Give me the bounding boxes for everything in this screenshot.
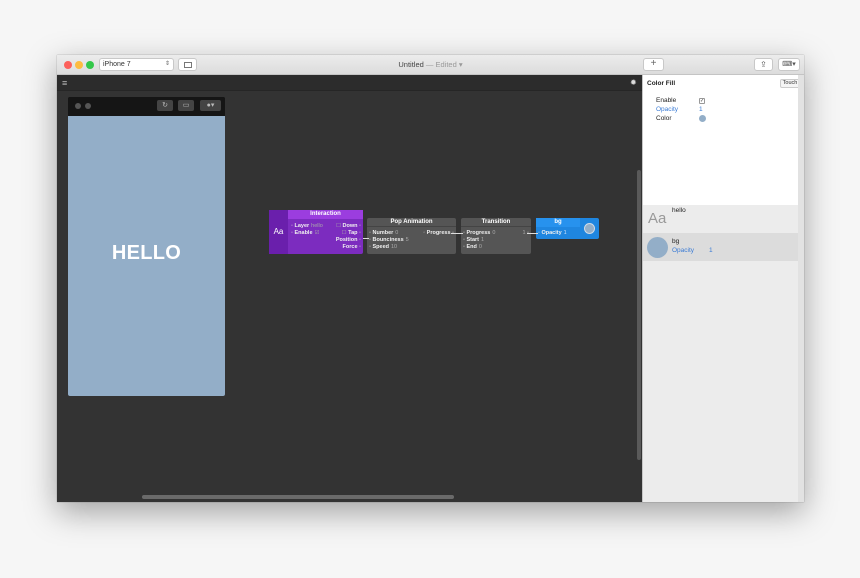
property-inspector: Color Fill Touch Enable ✓ Opacity 1 Colo…	[643, 75, 800, 205]
patch-input-row[interactable]: ◦ Number 0	[369, 230, 398, 237]
transition-patch[interactable]: Transition ◦ Progress 0 ◦ Start 1 ◦ End 0 1…	[461, 218, 531, 254]
share-icon: ⇪	[760, 60, 767, 69]
property-label: Enable	[656, 97, 677, 104]
add-patch-button[interactable]: +	[643, 58, 664, 71]
enable-checkbox[interactable]: ✓	[699, 98, 705, 104]
layer-color-swatch	[584, 223, 595, 234]
patch-title: bg	[536, 218, 580, 227]
horizontal-scrollbar[interactable]	[142, 495, 454, 499]
bg-layer-patch[interactable]: bg ◦ Opacity 1	[536, 218, 599, 239]
layer-list-item[interactable]: Aa hello	[643, 205, 798, 233]
patch-input-row[interactable]: ◦ Enable ☑	[291, 230, 319, 237]
patch-output-row[interactable]: Position ◦	[336, 237, 361, 244]
property-label: Color	[656, 115, 672, 122]
keyboard-icon: ⌨▾	[782, 61, 796, 68]
patch-output-row[interactable]: ☐ Down ◦	[334, 223, 361, 230]
layer-name: hello	[672, 207, 686, 214]
patch-input-row[interactable]: ◦ Progress 0	[463, 230, 495, 237]
layer-property-value[interactable]: 1	[709, 247, 713, 254]
preview-toolbar: ↻ ▭ ●▾	[68, 97, 225, 116]
keyboard-button[interactable]: ⌨▾	[778, 58, 800, 71]
window-title: Untitled — Edited ▾	[57, 60, 804, 69]
patch-wire	[451, 233, 463, 234]
layer-name: bg	[672, 238, 680, 245]
text-layer-icon: Aa	[648, 210, 667, 227]
patch-title: Interaction	[288, 210, 363, 219]
touch-button[interactable]: Touch	[780, 79, 800, 88]
preview-screen[interactable]: HELLO	[68, 116, 225, 396]
preview-dot-icon	[85, 103, 91, 109]
inspector-panel: Color Fill Touch Enable ✓ Opacity 1 Colo…	[642, 75, 804, 502]
document-title: Untitled	[398, 60, 424, 69]
preview-dot-icon	[75, 103, 81, 109]
patch-input-row[interactable]: ◦ Speed 10	[369, 244, 397, 251]
patch-input-row[interactable]: ◦ End 0	[463, 244, 482, 251]
patch-wire	[527, 233, 538, 234]
app-window: iPhone 7 ⇕ Untitled — Edited ▾ + ⇪ ⌨▾ ≡ …	[57, 55, 804, 502]
edited-status[interactable]: — Edited ▾	[426, 60, 463, 69]
preview-options-button[interactable]: ●▾	[200, 100, 221, 111]
patch-title: Transition	[461, 218, 531, 227]
hamburger-icon[interactable]: ≡	[62, 79, 67, 88]
device-preview: ↻ ▭ ●▾ HELLO	[68, 97, 225, 396]
patch-output-row[interactable]: ◦ Progress ◦	[421, 230, 454, 237]
color-fill-icon	[647, 237, 668, 258]
patch-input-row[interactable]: ◦ Opacity 1	[538, 230, 567, 237]
patch-input-row[interactable]: ◦ Bounciness 5	[369, 237, 409, 244]
vertical-scrollbar[interactable]	[637, 170, 641, 460]
patch-canvas[interactable]: ≡ ✹ ↻ ▭ ●▾ HELLO Aa Interaction ◦ Layer h…	[57, 75, 642, 502]
patch-title: Pop Animation	[367, 218, 456, 227]
interaction-patch[interactable]: Aa Interaction ◦ Layer hello ◦ Enable ☑ ☐ …	[269, 210, 363, 254]
property-label: Opacity	[656, 106, 679, 113]
patch-output-row[interactable]: ☐ Tap ◦	[340, 230, 361, 237]
canvas-toolbar: ≡ ✹	[57, 75, 642, 91]
pop-animation-patch[interactable]: Pop Animation ◦ Number 0 ◦ Bounciness 5 ◦ …	[367, 218, 456, 254]
patch-input-row[interactable]: ◦ Start 1	[463, 237, 484, 244]
inspector-scrollbar[interactable]	[798, 75, 804, 502]
patch-output-row[interactable]: Force ◦	[343, 244, 361, 251]
gear-icon[interactable]: ✹	[630, 78, 637, 87]
hello-text-layer[interactable]: HELLO	[68, 242, 225, 265]
patch-wire	[363, 238, 369, 239]
share-button[interactable]: ⇪	[754, 58, 773, 71]
opacity-value[interactable]: 1	[699, 106, 703, 113]
record-button[interactable]: ▭	[178, 100, 194, 111]
color-swatch[interactable]	[699, 115, 706, 122]
layer-list-item[interactable]: bg Opacity 1	[643, 233, 798, 261]
titlebar: iPhone 7 ⇕ Untitled — Edited ▾ + ⇪ ⌨▾	[57, 55, 804, 75]
layer-property-label: Opacity	[672, 247, 695, 254]
inspector-title: Color Fill	[647, 80, 676, 87]
text-layer-icon: Aa	[269, 210, 288, 254]
restart-button[interactable]: ↻	[157, 100, 173, 111]
patch-input-row[interactable]: ◦ Layer hello	[291, 223, 323, 230]
